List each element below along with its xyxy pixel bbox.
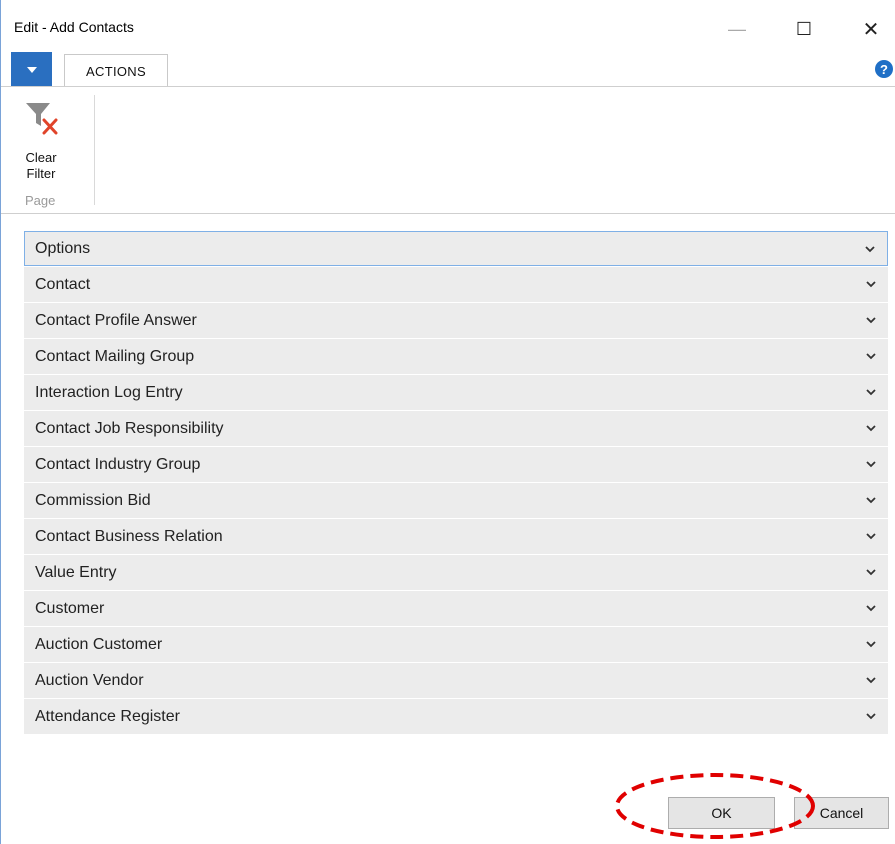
- group-label-page: Page: [25, 193, 56, 208]
- clear-filter-button[interactable]: Clear Filter: [19, 93, 75, 185]
- ok-button[interactable]: OK: [668, 797, 775, 829]
- section-label: Auction Customer: [35, 636, 163, 653]
- close-button[interactable]: ✕: [848, 12, 894, 46]
- section-contact[interactable]: Contact: [24, 267, 888, 303]
- section-label: Contact: [35, 276, 91, 293]
- add-contacts-dialog: Edit - Add Contacts — ☐ ✕ ACTIONS ? Clea…: [0, 0, 895, 844]
- dropdown-arrow-icon: [26, 66, 37, 73]
- section-contact-industry-group[interactable]: Contact Industry Group: [24, 447, 888, 483]
- section-label: Value Entry: [35, 564, 117, 581]
- section-interaction-log-entry[interactable]: Interaction Log Entry: [24, 375, 888, 411]
- window-title: Edit - Add Contacts: [14, 19, 134, 35]
- minimize-button[interactable]: —: [714, 12, 760, 46]
- maximize-button[interactable]: ☐: [781, 12, 827, 46]
- cancel-button[interactable]: Cancel: [794, 797, 889, 829]
- section-label: Commission Bid: [35, 492, 151, 509]
- clear-filter-icon: [26, 103, 58, 135]
- section-contact-job-responsibility[interactable]: Contact Job Responsibility: [24, 411, 888, 447]
- chevron-down-icon[interactable]: [866, 280, 876, 288]
- close-icon: ✕: [862, 18, 880, 41]
- section-label: Auction Vendor: [35, 672, 144, 689]
- chevron-down-icon[interactable]: [866, 640, 876, 648]
- section-customer[interactable]: Customer: [24, 591, 888, 627]
- chevron-down-icon[interactable]: [866, 316, 876, 324]
- section-label: Contact Industry Group: [35, 456, 201, 473]
- section-auction-vendor[interactable]: Auction Vendor: [24, 663, 888, 699]
- section-label: Options: [35, 240, 91, 257]
- dialog-footer: OK Cancel: [1, 790, 895, 844]
- title-bar: Edit - Add Contacts — ☐ ✕: [1, 0, 895, 52]
- maximize-icon: ☐: [795, 18, 813, 39]
- chevron-down-icon[interactable]: [866, 604, 876, 612]
- ribbon-tab-bar: ACTIONS: [1, 52, 895, 87]
- chevron-down-icon[interactable]: [866, 460, 876, 468]
- section-options[interactable]: Options: [24, 231, 888, 266]
- section-contact-mailing-group[interactable]: Contact Mailing Group: [24, 339, 888, 375]
- section-label: Interaction Log Entry: [35, 384, 183, 401]
- section-label: Contact Mailing Group: [35, 348, 195, 365]
- section-value-entry[interactable]: Value Entry: [24, 555, 888, 591]
- ribbon-divider: [1, 213, 895, 214]
- chevron-down-icon[interactable]: [866, 532, 876, 540]
- minimize-icon: —: [728, 18, 746, 39]
- chevron-down-icon[interactable]: [866, 496, 876, 504]
- app-menu-button[interactable]: [11, 52, 52, 87]
- chevron-down-icon[interactable]: [866, 568, 876, 576]
- section-auction-customer[interactable]: Auction Customer: [24, 627, 888, 663]
- section-commission-bid[interactable]: Commission Bid: [24, 483, 888, 519]
- help-icon[interactable]: ?: [875, 60, 893, 78]
- chevron-down-icon[interactable]: [866, 352, 876, 360]
- section-label: Customer: [35, 600, 105, 617]
- section-contact-profile-answer[interactable]: Contact Profile Answer: [24, 303, 888, 339]
- section-label: Contact Profile Answer: [35, 312, 197, 329]
- section-label: Contact Business Relation: [35, 528, 223, 545]
- chevron-down-icon[interactable]: [865, 245, 875, 253]
- ribbon-panel: Clear Filter Page: [1, 87, 895, 214]
- group-separator: [94, 95, 95, 205]
- chevron-down-icon[interactable]: [866, 712, 876, 720]
- section-label: Contact Job Responsibility: [35, 420, 224, 437]
- chevron-down-icon[interactable]: [866, 424, 876, 432]
- section-contact-business-relation[interactable]: Contact Business Relation: [24, 519, 888, 555]
- clear-filter-label: Clear Filter: [25, 150, 57, 181]
- chevron-down-icon[interactable]: [866, 676, 876, 684]
- section-attendance-register[interactable]: Attendance Register: [24, 699, 888, 735]
- section-label: Attendance Register: [35, 708, 180, 725]
- section-list: Options Contact Contact Profile Answer Cont…: [24, 231, 888, 735]
- tab-actions[interactable]: ACTIONS: [64, 54, 168, 87]
- chevron-down-icon[interactable]: [866, 388, 876, 396]
